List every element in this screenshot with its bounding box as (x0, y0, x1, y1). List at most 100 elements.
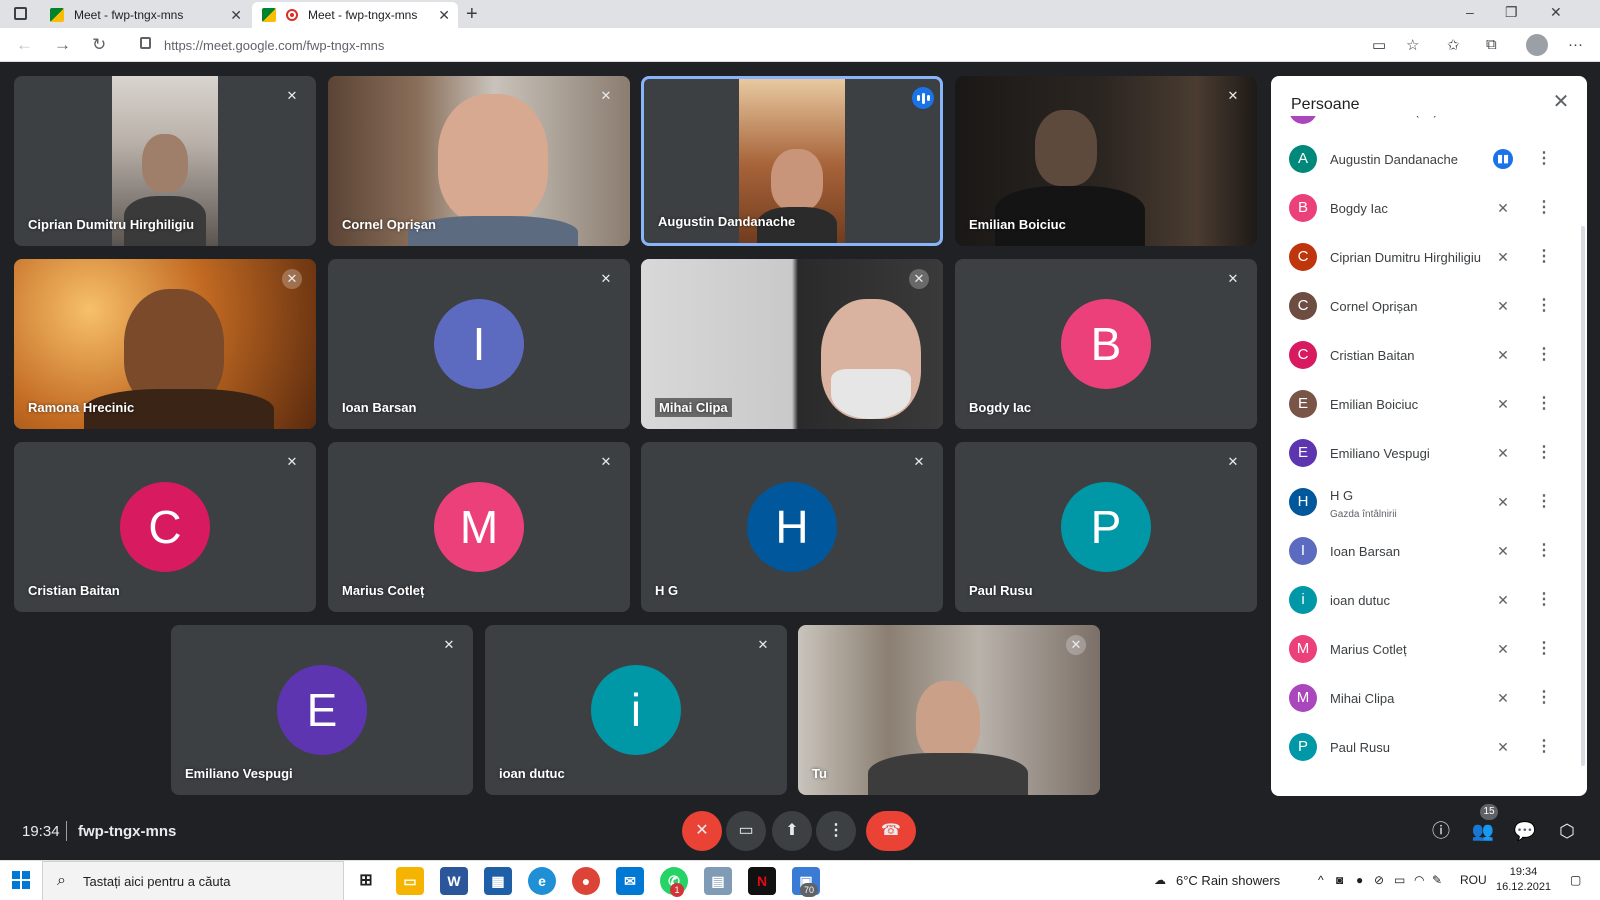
participant-tile[interactable]: ✕ Ciprian Dumitru Hirghiligiu (14, 76, 316, 246)
participant-tile[interactable]: B ✕ Bogdy Iac (955, 259, 1257, 429)
people-icon[interactable]: 👥 (1470, 818, 1496, 844)
participant-tile[interactable]: M ✕ Marius Cotleț (328, 442, 630, 612)
browser-tab-2[interactable]: Meet - fwp-tngx-mns ✕ (252, 2, 458, 28)
self-view-tile[interactable]: ✕ Tu (798, 625, 1100, 795)
back-icon[interactable]: ← (16, 35, 33, 55)
participant-tile[interactable]: E ✕ Emiliano Vespugi (171, 625, 473, 795)
participant-tile[interactable]: H ✕ H G (641, 442, 943, 612)
close-tab-icon[interactable]: ✕ (438, 7, 450, 24)
file-explorer-icon[interactable]: ▭ (396, 867, 424, 895)
muted-mic-icon[interactable]: ✕ (1493, 590, 1513, 610)
notifications-icon[interactable]: ▢ (1570, 873, 1581, 887)
battery-icon[interactable]: ▭ (1394, 873, 1405, 887)
network-off-icon[interactable]: ⊘ (1374, 873, 1384, 887)
more-vert-icon[interactable]: ⋮ (1536, 246, 1552, 268)
more-vert-icon[interactable]: ⋮ (1536, 589, 1552, 611)
chrome-icon[interactable]: ● (572, 867, 600, 895)
muted-mic-icon[interactable]: ✕ (1493, 116, 1513, 120)
activities-icon[interactable]: ⬡ (1554, 818, 1580, 844)
people-list-item[interactable]: I Iustin Croitoru (Tu) ✕ ⋮ (1271, 116, 1587, 135)
muted-mic-icon[interactable]: ✕ (1493, 394, 1513, 414)
meeting-code[interactable]: fwp-tngx-mns (78, 823, 176, 840)
muted-mic-icon[interactable]: ✕ (1493, 345, 1513, 365)
people-list-item[interactable]: C Ciprian Dumitru Hirghiligiu ✕ ⋮ (1271, 233, 1587, 282)
people-list-item[interactable]: M Mihai Clipa ✕ ⋮ (1271, 674, 1587, 723)
more-vert-icon[interactable]: ⋮ (1536, 442, 1552, 464)
more-vert-icon[interactable]: ⋮ (1536, 295, 1552, 317)
settings-more-icon[interactable]: ··· (1568, 36, 1583, 53)
collections-icon[interactable]: ⧉ (1486, 36, 1497, 53)
windows-start-icon[interactable] (12, 871, 30, 889)
forward-icon[interactable]: → (54, 35, 71, 55)
browser-tab-1[interactable]: Meet - fwp-tngx-mns ✕ (40, 2, 250, 28)
more-vert-icon[interactable]: ⋮ (1536, 638, 1552, 660)
new-tab-button[interactable]: + (466, 3, 478, 26)
panel-scrollbar[interactable] (1581, 226, 1585, 766)
system-clock[interactable]: 19:34 16.12.2021 (1496, 865, 1551, 895)
mail-icon[interactable]: ✉ (616, 867, 644, 895)
people-list-item[interactable]: i ioan dutuc ✕ ⋮ (1271, 576, 1587, 625)
participant-tile[interactable]: ✕ Emilian Boiciuc (955, 76, 1257, 246)
participant-tile[interactable]: P ✕ Paul Rusu (955, 442, 1257, 612)
people-list[interactable]: I Iustin Croitoru (Tu) ✕ ⋮ A Augustin Dandana… (1271, 116, 1587, 796)
more-vert-icon[interactable]: ⋮ (1536, 116, 1552, 121)
app-window-icon[interactable]: ▤ (704, 867, 732, 895)
present-screen-button[interactable]: ⬆ (772, 811, 812, 851)
favorites-icon[interactable]: ✩ (1447, 36, 1460, 54)
close-icon[interactable]: ✕ (1549, 90, 1573, 114)
close-tab-icon[interactable]: ✕ (230, 7, 242, 24)
participant-tile[interactable]: C ✕ Cristian Baitan (14, 442, 316, 612)
maximize-button[interactable]: ❐ (1505, 4, 1518, 21)
input-language[interactable]: ROU (1460, 873, 1487, 887)
weather-icon[interactable]: ☁ (1154, 873, 1166, 887)
minimize-button[interactable]: – (1466, 4, 1474, 20)
participant-tile[interactable]: ✕ Ramona Hrecinic (14, 259, 316, 429)
muted-mic-icon[interactable]: ✕ (1493, 443, 1513, 463)
more-vert-icon[interactable]: ⋮ (1536, 736, 1552, 758)
microphone-toggle-button[interactable]: ✕ (682, 811, 722, 851)
people-list-item[interactable]: P Paul Rusu ✕ ⋮ (1271, 723, 1587, 772)
muted-mic-icon[interactable]: ✕ (1493, 198, 1513, 218)
muted-mic-icon[interactable]: ✕ (1493, 247, 1513, 267)
participant-tile[interactable]: Augustin Dandanache (641, 76, 943, 246)
microphone-tray-icon[interactable]: ● (1356, 873, 1363, 887)
add-favorite-icon[interactable]: ☆ (1406, 36, 1419, 54)
more-options-button[interactable]: ⋮ (816, 811, 856, 851)
more-vert-icon[interactable]: ⋮ (1536, 148, 1552, 170)
people-list-item[interactable]: B Bogdy Iac ✕ ⋮ (1271, 184, 1587, 233)
leave-call-button[interactable]: ☎ (866, 811, 916, 851)
people-list-item[interactable]: M Marius Cotleț ✕ ⋮ (1271, 625, 1587, 674)
lock-icon[interactable] (140, 37, 151, 49)
muted-mic-icon[interactable]: ✕ (1493, 639, 1513, 659)
people-list-item[interactable]: E Emilian Boiciuc ✕ ⋮ (1271, 380, 1587, 429)
participant-tile[interactable]: I ✕ Ioan Barsan (328, 259, 630, 429)
wifi-icon[interactable]: ◠ (1414, 873, 1424, 887)
meeting-details-icon[interactable]: ⓘ (1428, 818, 1454, 844)
refresh-icon[interactable]: ↻ (92, 35, 106, 55)
more-vert-icon[interactable]: ⋮ (1536, 197, 1552, 219)
show-hidden-icons-icon[interactable]: ^ (1318, 873, 1324, 887)
participant-tile[interactable]: ✕ Cornel Oprișan (328, 76, 630, 246)
camera-in-use-icon[interactable]: ▭ (1372, 36, 1386, 54)
muted-mic-icon[interactable]: ✕ (1493, 737, 1513, 757)
profile-avatar[interactable] (1526, 34, 1548, 56)
people-list-item[interactable]: E Emiliano Vespugi ✕ ⋮ (1271, 429, 1587, 478)
participant-tile[interactable]: i ✕ ioan dutuc (485, 625, 787, 795)
more-vert-icon[interactable]: ⋮ (1536, 491, 1552, 513)
edge-icon[interactable]: e (528, 867, 556, 895)
camera-tray-icon[interactable]: ◙ (1336, 873, 1343, 887)
muted-mic-icon[interactable]: ✕ (1493, 296, 1513, 316)
muted-mic-icon[interactable]: ✕ (1493, 492, 1513, 512)
more-vert-icon[interactable]: ⋮ (1536, 393, 1552, 415)
close-window-button[interactable]: ✕ (1550, 4, 1562, 21)
people-list-item[interactable]: I Ioan Barsan ✕ ⋮ (1271, 527, 1587, 576)
store-icon[interactable]: ▦ (484, 867, 512, 895)
more-vert-icon[interactable]: ⋮ (1536, 540, 1552, 562)
camera-toggle-button[interactable]: ▭ (726, 811, 766, 851)
pen-icon[interactable]: ✎ (1432, 873, 1442, 887)
more-vert-icon[interactable]: ⋮ (1536, 687, 1552, 709)
taskbar-search[interactable]: ⌕ Tastați aici pentru a căuta (42, 861, 344, 900)
muted-mic-icon[interactable]: ✕ (1493, 541, 1513, 561)
participant-tile[interactable]: ✕ Mihai Clipa (641, 259, 943, 429)
people-list-item[interactable]: C Cornel Oprișan ✕ ⋮ (1271, 282, 1587, 331)
